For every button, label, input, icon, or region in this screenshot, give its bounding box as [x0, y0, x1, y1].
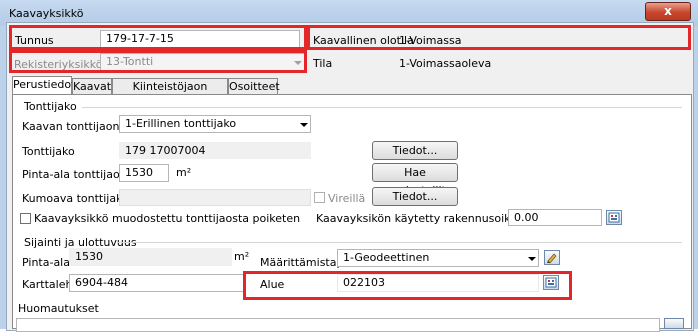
scroll-arrow-icon[interactable]	[664, 318, 684, 329]
tonttijako-tiedot-button[interactable]: Tiedot...	[372, 141, 458, 160]
tonttijaon-laji-dropdown[interactable]: 1-Erillinen tonttijako	[119, 115, 311, 133]
poiketen-checkbox[interactable]	[20, 213, 31, 224]
rekisteriyksikkolaji-value: 13-Tontti	[106, 55, 154, 68]
pen-edit-icon[interactable]	[544, 250, 560, 265]
chevron-down-icon	[294, 61, 302, 65]
vireilla-checkbox[interactable]	[314, 192, 325, 203]
poiketen-label: Kaavayksikkö muodostettu tonttijaosta po…	[34, 212, 301, 225]
tab-osoitteet[interactable]: Osoitteet	[228, 78, 280, 94]
group-divider	[118, 242, 682, 243]
huomautukset-label: Huomautukset	[18, 302, 99, 315]
pinta-ala-tonttijaossa-field[interactable]: 1530	[119, 164, 169, 182]
rakennusoikeus-field[interactable]: 0.00	[508, 209, 602, 226]
chevron-down-icon	[300, 123, 308, 127]
tonttijako-label: Tonttijako	[22, 145, 75, 158]
sijainti-pinta-ala-unit: m²	[234, 250, 250, 263]
karttalehti-field[interactable]: 6904-484	[69, 274, 244, 292]
sijainti-pinta-ala-field: 1530	[69, 248, 232, 266]
alue-label: Alue	[260, 278, 285, 291]
alue-field[interactable]: 022103	[337, 274, 539, 292]
maarittamistapa-value: 1-Geodeettinen	[343, 251, 430, 264]
window-title: Kaavayksikkö	[9, 7, 84, 20]
tab-kiinteistojaon-muutokset[interactable]: Kiinteistöjaon muutokset	[112, 78, 228, 108]
tonttijako-group-title: Tonttijako	[24, 100, 77, 113]
tila-value: 1-Voimassaoleva	[399, 57, 492, 70]
kaavallinen-olotila-value: 1-Voimassa	[399, 34, 462, 47]
maarittamistapa-dropdown[interactable]: 1-Geodeettinen	[337, 249, 539, 267]
rekisteriyksikkolaji-dropdown[interactable]: 13-Tontti	[100, 53, 305, 71]
tonttijako-field: 179 17007004	[119, 142, 311, 159]
tab-perustiedot[interactable]: Perustiedot	[12, 76, 75, 95]
kumoava-tonttijako-field	[119, 189, 311, 206]
tila-label: Tila	[313, 57, 333, 70]
chevron-down-icon	[528, 257, 536, 261]
tunnus-field[interactable]: 179-17-7-15	[100, 30, 300, 48]
tunnus-label: Tunnus	[15, 34, 54, 47]
calculator-icon[interactable]	[606, 210, 622, 225]
tonttijaon-laji-value: 1-Erillinen tonttijako	[125, 117, 237, 130]
kumoava-tonttijako-label: Kumoava tonttijako	[22, 192, 129, 205]
kumoava-tiedot-button[interactable]: Tiedot...	[372, 187, 458, 206]
huomautukset-field[interactable]	[16, 318, 660, 332]
close-button[interactable]: x	[645, 2, 691, 21]
tab-kaavat[interactable]: Kaavat	[72, 78, 112, 94]
calculator-icon[interactable]	[543, 275, 559, 290]
dialog-window: Kaavayksikkö x Tunnus 179-17-7-15 Kaaval…	[0, 0, 698, 332]
sijainti-pinta-ala-label: Pinta-ala	[22, 256, 70, 269]
pinta-ala-unit: m²	[176, 166, 192, 179]
hae-muodostajilta-button[interactable]: Hae muodostajilta	[372, 163, 458, 197]
group-divider	[82, 107, 682, 108]
vireilla-label: Vireillä	[328, 192, 366, 205]
